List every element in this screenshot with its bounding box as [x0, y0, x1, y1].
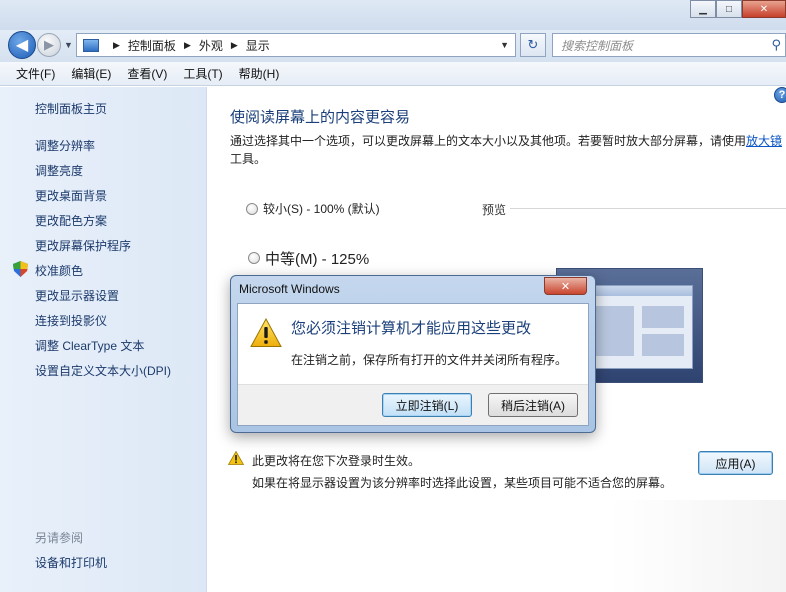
menu-help[interactable]: 帮助(H)	[231, 65, 288, 82]
breadcrumb-chevron-icon[interactable]: ▶	[231, 40, 238, 51]
address-dropdown-icon[interactable]: ▼	[500, 40, 509, 50]
logon-notice: 此更改将在您下次登录时生效。	[252, 454, 421, 468]
menu-bar: 文件(F) 编辑(E) 查看(V) 工具(T) 帮助(H)	[0, 62, 786, 86]
preview-label: 预览	[482, 203, 507, 217]
dialog-body: 您必须注销计算机才能应用这些更改 在注销之前，保存所有打开的文件并关闭所有程序。…	[237, 303, 589, 426]
sidebar-item-devices-printers[interactable]: 设备和打印机	[35, 554, 107, 571]
preview-block	[642, 334, 684, 356]
breadcrumb-item[interactable]: 显示	[246, 37, 270, 54]
see-also-header: 另请参阅	[35, 531, 84, 545]
sidebar-item-home[interactable]: 控制面板主页	[35, 100, 107, 117]
dialog-close-button[interactable]: ✕	[544, 277, 587, 295]
magnifier-link[interactable]: 放大镜	[746, 134, 782, 148]
description-text: 通过选择其中一个选项，可以更改屏幕上的文本大小以及其他项。若要暂时放大部分屏幕，…	[230, 134, 747, 148]
dialog-heading: 您必须注销计算机才能应用这些更改	[291, 320, 532, 337]
preview-window	[583, 285, 693, 369]
sidebar-item-projector[interactable]: 连接到投影仪	[35, 312, 107, 329]
sidebar-item-desktop-background[interactable]: 更改桌面背景	[35, 187, 107, 204]
dialog-message: 在注销之前，保存所有打开的文件并关闭所有程序。	[291, 353, 568, 367]
dialog-footer: 立即注销(L) 稍后注销(A)	[238, 384, 588, 425]
menu-tools[interactable]: 工具(T)	[175, 65, 230, 82]
breadcrumb-chevron-icon[interactable]: ▶	[113, 40, 120, 51]
back-button[interactable]: ◀	[8, 31, 36, 59]
shield-icon	[13, 261, 28, 277]
sidebar-item-custom-dpi[interactable]: 设置自定义文本大小(DPI)	[35, 362, 171, 379]
sidebar-item-cleartype[interactable]: 调整 ClearType 文本	[35, 337, 144, 354]
dialog-title: Microsoft Windows	[239, 282, 340, 296]
preview-divider	[510, 208, 786, 209]
apply-button[interactable]: 应用(A)	[698, 451, 773, 475]
option-medium-label[interactable]: 中等(M) - 125%	[265, 248, 369, 269]
logoff-later-button[interactable]: 稍后注销(A)	[488, 393, 578, 417]
control-panel-icon	[83, 38, 99, 52]
menu-file[interactable]: 文件(F)	[8, 65, 63, 82]
preview-block	[642, 306, 684, 328]
search-icon[interactable]: ⚲	[771, 37, 781, 53]
forward-button[interactable]: ▶	[37, 33, 61, 57]
search-placeholder: 搜索控制面板	[561, 38, 634, 53]
search-input[interactable]: 搜索控制面板 ⚲	[552, 33, 786, 57]
description-text-end: 工具。	[230, 152, 267, 166]
menu-edit[interactable]: 编辑(E)	[63, 65, 119, 82]
warning-icon	[250, 318, 282, 347]
address-toolbar: ◀ ▶ ▼ ▶ 控制面板 ▶ 外观 ▶ 显示 ▼ ↻ 搜索控制面板 ⚲	[0, 30, 786, 62]
breadcrumb-chevron-icon[interactable]: ▶	[184, 40, 191, 51]
radio-small[interactable]	[246, 203, 258, 215]
sidebar-item-screensaver[interactable]: 更改屏幕保护程序	[35, 237, 131, 254]
page-description: 通过选择其中一个选项，可以更改屏幕上的文本大小以及其他项。若要暂时放大部分屏幕，…	[230, 132, 786, 168]
window-controls: ▁ □ ✕	[690, 0, 786, 18]
sidebar-item-calibrate-color[interactable]: 校准颜色	[35, 262, 83, 279]
sidebar-item-color-scheme[interactable]: 更改配色方案	[35, 212, 107, 229]
help-icon[interactable]: ?	[774, 87, 786, 103]
menu-view[interactable]: 查看(V)	[119, 65, 175, 82]
preview-window-titlebar	[584, 286, 692, 296]
option-small-label[interactable]: 较小(S) - 100% (默认)	[263, 200, 380, 217]
resolution-notice: 如果在将显示器设置为该分辨率时选择此设置，某些项目可能不适合您的屏幕。	[252, 476, 673, 490]
radio-medium[interactable]	[248, 252, 260, 264]
page-title: 使阅读屏幕上的内容更容易	[230, 109, 411, 126]
sidebar-item-display-settings[interactable]: 更改显示器设置	[35, 287, 119, 304]
maximize-button[interactable]: □	[716, 0, 742, 18]
refresh-button[interactable]: ↻	[520, 33, 546, 57]
window-caption: ▁ □ ✕	[0, 0, 786, 30]
recent-pages-dropdown-icon[interactable]: ▼	[64, 40, 73, 50]
logoff-dialog: Microsoft Windows ✕ 您必须注销计算机才能应用这些更改 在注销…	[230, 275, 596, 433]
close-window-button[interactable]: ✕	[742, 0, 786, 18]
address-bar[interactable]: ▶ 控制面板 ▶ 外观 ▶ 显示 ▼	[76, 33, 516, 57]
breadcrumb-item[interactable]: 控制面板	[128, 37, 176, 54]
warning-icon	[228, 451, 244, 465]
sidebar: 控制面板主页 调整分辨率 调整亮度 更改桌面背景 更改配色方案 更改屏幕保护程序…	[0, 87, 207, 592]
logoff-now-button[interactable]: 立即注销(L)	[382, 393, 472, 417]
breadcrumb-item[interactable]: 外观	[199, 37, 223, 54]
sidebar-item-brightness[interactable]: 调整亮度	[35, 162, 83, 179]
sidebar-item-resolution[interactable]: 调整分辨率	[35, 137, 95, 154]
preview-block	[594, 306, 634, 356]
corner-fade	[610, 500, 786, 592]
minimize-button[interactable]: ▁	[690, 0, 716, 18]
